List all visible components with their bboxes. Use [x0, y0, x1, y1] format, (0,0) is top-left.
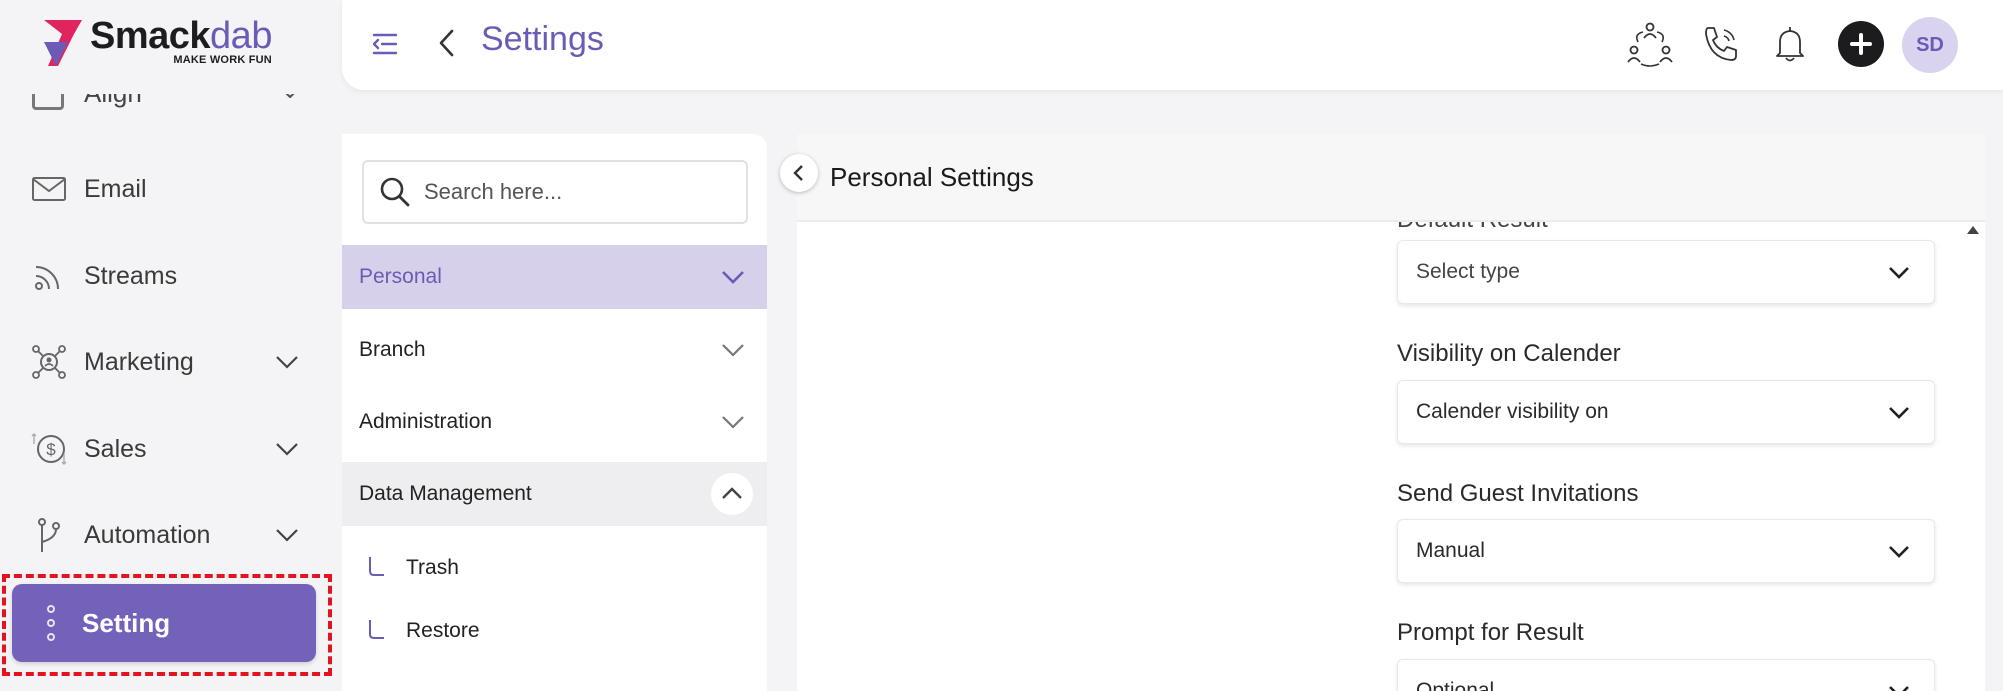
field-label-prompt-for-result: Prompt for Result	[1397, 619, 1584, 646]
field-label-visibility: Visibility on Calender	[1397, 340, 1621, 367]
nav-item-align-partial[interactable]: Align ⌄	[30, 94, 310, 118]
select-send-guest-invitations[interactable]: Manual	[1397, 519, 1935, 583]
left-navigation: Smackdab MAKE WORK FUN Align ⌄ Email Str…	[0, 0, 342, 691]
search-input[interactable]	[424, 179, 744, 205]
search-box[interactable]	[362, 160, 748, 224]
chevron-down-icon	[276, 529, 298, 542]
svg-text:$: $	[46, 440, 56, 459]
chevron-down-icon	[1889, 686, 1909, 691]
chevron-down-icon	[722, 271, 744, 284]
chevron-down-icon	[276, 443, 298, 456]
field-label-guest-invitations: Send Guest Invitations	[1397, 480, 1639, 507]
top-header: Settings SD	[342, 0, 2003, 90]
category-label: Administration	[359, 410, 493, 433]
app-logo[interactable]: Smackdab MAKE WORK FUN	[38, 16, 272, 72]
tree-branch-icon	[369, 620, 384, 639]
add-button[interactable]	[1838, 21, 1884, 67]
category-data-management[interactable]: Data Management	[342, 462, 767, 526]
nav-item-label: Marketing	[84, 347, 194, 376]
category-label: Personal	[359, 265, 442, 288]
back-arrow-icon[interactable]	[432, 26, 462, 60]
chevron-left-icon	[793, 165, 803, 181]
smackdab-logo-icon	[44, 20, 82, 66]
sub-item-label: Restore	[406, 619, 480, 642]
content-header: Personal Settings	[780, 134, 1985, 222]
tree-branch-icon	[369, 557, 384, 576]
select-visibility-on-calender[interactable]: Calender visibility on	[1397, 380, 1935, 444]
nav-item-marketing[interactable]: Marketing	[30, 334, 310, 390]
category-branch[interactable]: Branch	[342, 318, 767, 382]
align-icon	[32, 94, 64, 110]
chevron-down-icon	[1889, 546, 1909, 558]
select-value: Calender visibility on	[1416, 400, 1609, 423]
page-title: Settings	[481, 20, 604, 58]
mail-icon	[32, 177, 66, 201]
category-personal[interactable]: Personal	[342, 245, 767, 309]
chevron-down-icon	[1889, 407, 1909, 419]
sub-item-trash[interactable]: Trash	[366, 548, 459, 588]
nav-item-label: Automation	[84, 520, 211, 549]
select-prompt-for-result[interactable]: Optional	[1397, 659, 1935, 691]
nav-item-setting[interactable]: Setting	[12, 584, 316, 662]
dollar-icon: $	[31, 433, 67, 465]
chevron-down-icon	[276, 356, 298, 369]
phone-call-icon[interactable]	[1696, 20, 1744, 68]
personal-settings-panel: Personal Settings Default Result Select …	[780, 134, 1985, 691]
sub-item-restore[interactable]: Restore	[366, 611, 480, 651]
bell-icon[interactable]	[1766, 20, 1814, 68]
sub-item-label: Trash	[406, 556, 459, 579]
select-value: Manual	[1416, 539, 1485, 562]
category-label: Data Management	[359, 482, 532, 505]
user-avatar[interactable]: SD	[1902, 17, 1958, 73]
settings-category-panel: Personal Branch Administration Data Mana…	[342, 134, 767, 691]
nav-item-streams[interactable]: Streams	[30, 248, 310, 304]
team-network-icon[interactable]	[1626, 20, 1674, 68]
chevron-down-icon: ⌄	[280, 94, 300, 105]
chevron-down-icon	[722, 416, 744, 429]
collapse-menu-icon[interactable]	[368, 28, 400, 60]
nav-item-label: Sales	[84, 434, 147, 463]
chevron-down-icon	[1889, 267, 1909, 279]
nav-item-label: Email	[84, 174, 147, 203]
dots-vertical-icon	[46, 605, 56, 641]
scroll-up-arrow-icon[interactable]	[1967, 226, 1979, 234]
settings-form: Default Result Select type Visibility on…	[797, 222, 1965, 691]
select-value: Optional	[1416, 679, 1495, 691]
chevron-up-icon	[722, 487, 742, 499]
marketing-icon	[32, 345, 66, 379]
content-title: Personal Settings	[830, 162, 1034, 192]
automation-icon	[38, 518, 60, 552]
nav-item-sales[interactable]: $ Sales	[30, 421, 310, 477]
scrollbar[interactable]	[1965, 222, 1985, 691]
nav-item-automation[interactable]: Automation	[30, 507, 310, 563]
category-administration[interactable]: Administration	[342, 390, 767, 454]
nav-item-label: Setting	[82, 607, 171, 638]
select-value: Select type	[1416, 260, 1520, 283]
logo-name-bold: Smack	[90, 15, 211, 57]
select-default-result[interactable]: Select type	[1397, 240, 1935, 304]
field-label-default-result: Default Result	[1397, 222, 1548, 234]
chevron-up-button[interactable]	[711, 473, 753, 515]
chevron-down-icon	[722, 344, 744, 357]
nav-item-label: Align	[84, 94, 142, 109]
nav-item-label: Streams	[84, 261, 178, 290]
streams-icon	[35, 266, 59, 290]
category-label: Branch	[359, 338, 426, 361]
collapse-panel-button[interactable]	[780, 154, 818, 192]
search-icon	[380, 177, 410, 207]
nav-item-email[interactable]: Email	[30, 161, 310, 217]
logo-name-light: dab	[210, 15, 272, 57]
